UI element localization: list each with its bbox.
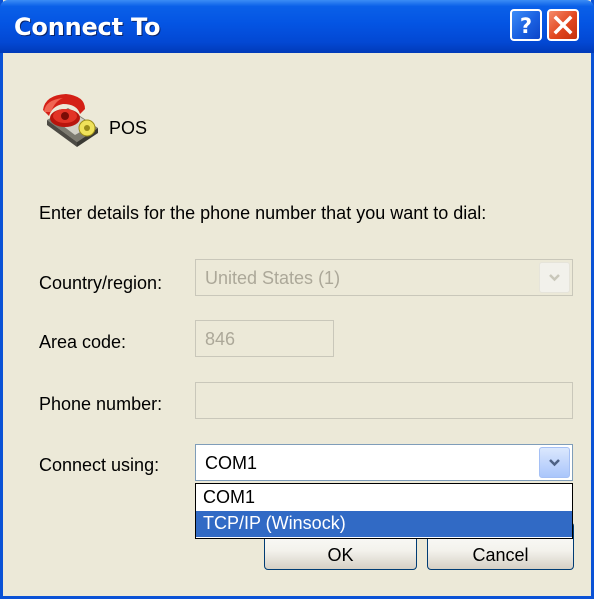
window-title: Connect To [14, 13, 161, 41]
area-code-value: 846 [205, 329, 236, 349]
connect-using-dropdown-button[interactable] [539, 447, 570, 478]
question-mark-icon: ? [520, 14, 532, 38]
country-dropdown-button[interactable] [539, 262, 570, 293]
area-code-label: Area code: [39, 332, 127, 352]
red-telephone-icon [43, 94, 98, 147]
title-bar[interactable]: Connect To ? [0, 0, 594, 53]
connect-using-value: COM1 [205, 453, 258, 473]
area-code-input[interactable]: 846 [195, 320, 334, 357]
close-x-icon [553, 15, 573, 35]
connect-to-dialog: Connect To ? POS Enter details for the p… [0, 0, 594, 599]
dropdown-option-com1[interactable]: COM1 [196, 485, 572, 511]
chevron-down-icon [549, 459, 560, 467]
country-select[interactable]: United States (1) [195, 259, 573, 296]
phone-number-input[interactable] [195, 382, 573, 419]
dropdown-option-tcpip-winsock[interactable]: TCP/IP (Winsock) [196, 511, 572, 537]
instructions-text: Enter details for the phone number that … [39, 203, 487, 223]
connect-using-label: Connect using: [39, 455, 160, 475]
phone-number-label: Phone number: [39, 394, 163, 414]
close-button[interactable] [547, 9, 579, 41]
connect-using-select[interactable]: COM1 [195, 444, 573, 481]
country-value: United States (1) [205, 268, 341, 288]
help-button[interactable]: ? [510, 9, 542, 41]
svg-text:?: ? [520, 14, 532, 38]
chevron-down-icon [549, 274, 560, 282]
connect-using-dropdown-list: COM1 TCP/IP (Winsock) [195, 483, 573, 539]
connection-name: POS [109, 118, 148, 138]
country-label: Country/region: [39, 273, 163, 293]
